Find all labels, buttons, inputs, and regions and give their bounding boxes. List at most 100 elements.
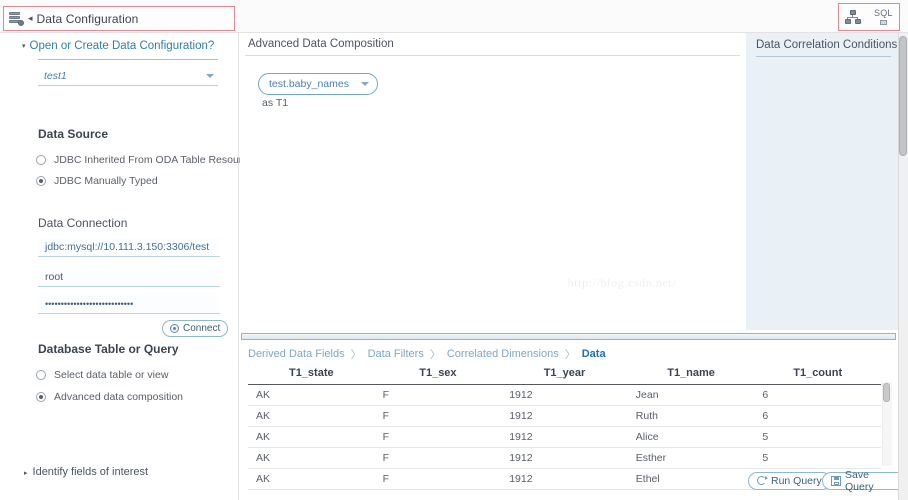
cell-sex: F xyxy=(374,384,502,406)
cell-year: 1912 xyxy=(501,468,628,490)
page-title: Data Configuration xyxy=(36,11,139,26)
back-arrow-icon[interactable]: ◂ xyxy=(28,14,33,23)
cell-state: AK xyxy=(248,468,375,490)
breadcrumb-separator-icon: 〉 xyxy=(564,349,576,361)
column-header-t1-name[interactable]: T1_name xyxy=(627,364,755,385)
cell-year: 1912 xyxy=(501,426,628,448)
save-query-button[interactable]: Save Query xyxy=(822,469,908,493)
cell-count: 5 xyxy=(754,426,881,448)
column-header-t1-sex[interactable]: T1_sex xyxy=(374,364,502,385)
table-alias-label: as T1 xyxy=(262,97,289,109)
database-config-icon xyxy=(8,11,24,26)
correlation-tree-icon[interactable] xyxy=(845,9,862,25)
breadcrumb-item-data-filters[interactable]: Data Filters xyxy=(368,348,424,360)
run-query-button[interactable]: Run Query xyxy=(748,472,831,490)
data-configuration-value: test1 xyxy=(44,69,67,82)
cell-sex: F xyxy=(374,426,502,448)
radio-icon xyxy=(36,155,46,165)
panel-title-underline xyxy=(756,56,891,57)
column-header-t1-year[interactable]: T1_year xyxy=(501,364,628,385)
radio-jdbc-inherited-oda[interactable]: JDBC Inherited From ODA Table Resource xyxy=(36,154,253,166)
radio-advanced-data-composition-label: Advanced data composition xyxy=(54,391,183,403)
save-query-label: Save Query xyxy=(845,469,874,493)
breadcrumb-item-derived-data-fields[interactable]: Derived Data Fields xyxy=(248,348,345,360)
breadcrumb-item-correlated-dimensions[interactable]: Correlated Dimensions xyxy=(447,348,559,360)
grid-scrollbar-thumb[interactable] xyxy=(883,383,890,402)
cell-name: Ethel xyxy=(627,468,755,490)
cell-state: AK xyxy=(248,447,375,469)
database-table-or-query-heading: Database Table or Query xyxy=(38,342,179,356)
data-correlation-conditions-title: Data Correlation Conditions xyxy=(756,39,898,51)
column-header-t1-count[interactable]: T1_count xyxy=(754,364,881,385)
radio-jdbc-manually-typed-label: JDBC Manually Typed xyxy=(54,175,158,187)
connect-button[interactable]: Connect xyxy=(162,320,229,337)
plug-icon xyxy=(170,324,179,333)
cell-name: Jean xyxy=(627,384,755,406)
horizontal-splitter[interactable] xyxy=(241,333,896,340)
sql-view-label: SQL xyxy=(874,8,893,18)
advanced-data-composition-panel: Advanced Data Composition test.baby_name… xyxy=(240,33,745,330)
cell-sex: F xyxy=(374,405,502,427)
view-mode-toolbar: SQL xyxy=(838,3,900,31)
column-header-t1-state[interactable]: T1_state xyxy=(248,364,375,385)
table-row[interactable]: AK F 1912 Esther 5 xyxy=(248,447,881,469)
cell-year: 1912 xyxy=(501,384,628,406)
breadcrumb-item-data[interactable]: Data xyxy=(582,348,606,360)
cell-state: AK xyxy=(248,384,375,406)
chevron-right-icon: ▸ xyxy=(24,470,28,477)
username-input[interactable]: root xyxy=(38,268,220,287)
save-disk-icon xyxy=(831,476,841,486)
breadcrumb: Derived Data Fields 〉 Data Filters 〉 Cor… xyxy=(248,346,606,362)
page-title-container: ◂ Data Configuration xyxy=(3,6,235,31)
table-row[interactable]: AK F 1912 Alice 5 xyxy=(248,426,881,448)
cell-name: Alice xyxy=(627,426,755,448)
breadcrumb-separator-icon: 〉 xyxy=(429,349,441,361)
sql-view-icon[interactable]: SQL xyxy=(874,9,893,25)
results-grid: T1_state T1_sex T1_year T1_name T1_count… xyxy=(248,364,892,490)
data-source-heading: Data Source xyxy=(38,127,109,141)
refresh-icon xyxy=(757,476,768,486)
radio-icon-selected xyxy=(36,392,46,402)
data-configuration-select[interactable]: test1 xyxy=(38,68,218,86)
panel-title-underline xyxy=(245,55,740,56)
table-row[interactable]: AK F 1912 Ruth 6 xyxy=(248,405,881,427)
cell-count: 6 xyxy=(754,384,881,406)
data-correlation-conditions-panel: Data Correlation Conditions xyxy=(746,33,898,330)
radio-jdbc-inherited-oda-label: JDBC Inherited From ODA Table Resource xyxy=(54,154,254,166)
section-open-or-create-data-configuration[interactable]: ▾ Open or Create Data Configuration? xyxy=(22,40,214,52)
chevron-down-icon xyxy=(361,82,369,86)
connect-button-label: Connect xyxy=(183,323,221,334)
section-identify-fields-of-interest[interactable]: ▸ Identify fields of interest xyxy=(24,466,148,478)
cell-sex: F xyxy=(374,468,502,490)
password-input[interactable]: •••••••••••••••••••••••••••• xyxy=(38,295,220,314)
table-row[interactable]: AK F 1912 Jean 6 xyxy=(248,384,881,406)
breadcrumb-separator-icon: 〉 xyxy=(350,349,362,361)
jdbc-url-input[interactable]: jdbc:mysql://10.111.3.150:3306/test xyxy=(38,238,220,257)
chevron-down-icon xyxy=(206,73,214,78)
radio-icon-selected xyxy=(36,176,46,186)
sidebar: ▾ Open or Create Data Configuration? tes… xyxy=(0,33,253,500)
run-query-label: Run Query xyxy=(771,475,822,487)
cell-year: 1912 xyxy=(501,447,628,469)
radio-select-data-table-or-view[interactable]: Select data table or view xyxy=(36,369,168,381)
table-select-value: test.baby_names xyxy=(269,78,349,90)
cell-name: Esther xyxy=(627,447,755,469)
cell-state: AK xyxy=(248,426,375,448)
chevron-down-icon: ▾ xyxy=(22,43,26,50)
cell-count: 5 xyxy=(754,447,881,469)
table-header-row: T1_state T1_sex T1_year T1_name T1_count xyxy=(248,364,881,385)
watermark-text: http://blog.csdn.net/ xyxy=(567,275,677,290)
radio-select-data-table-or-view-label: Select data table or view xyxy=(54,369,169,381)
top-bar: ◂ Data Configuration SQL xyxy=(0,0,908,33)
advanced-data-composition-title: Advanced Data Composition xyxy=(248,38,394,50)
cell-sex: F xyxy=(374,447,502,469)
cell-state: AK xyxy=(248,405,375,427)
cell-count: 6 xyxy=(754,405,881,427)
radio-jdbc-manually-typed[interactable]: JDBC Manually Typed xyxy=(36,175,158,187)
page-scrollbar-thumb[interactable] xyxy=(899,36,907,156)
table-select[interactable]: test.baby_names xyxy=(258,73,378,95)
cell-name: Ruth xyxy=(627,405,755,427)
radio-advanced-data-composition[interactable]: Advanced data composition xyxy=(36,391,183,403)
section-open-or-create-label: Open or Create Data Configuration? xyxy=(29,40,215,52)
data-connection-heading: Data Connection xyxy=(38,216,128,230)
